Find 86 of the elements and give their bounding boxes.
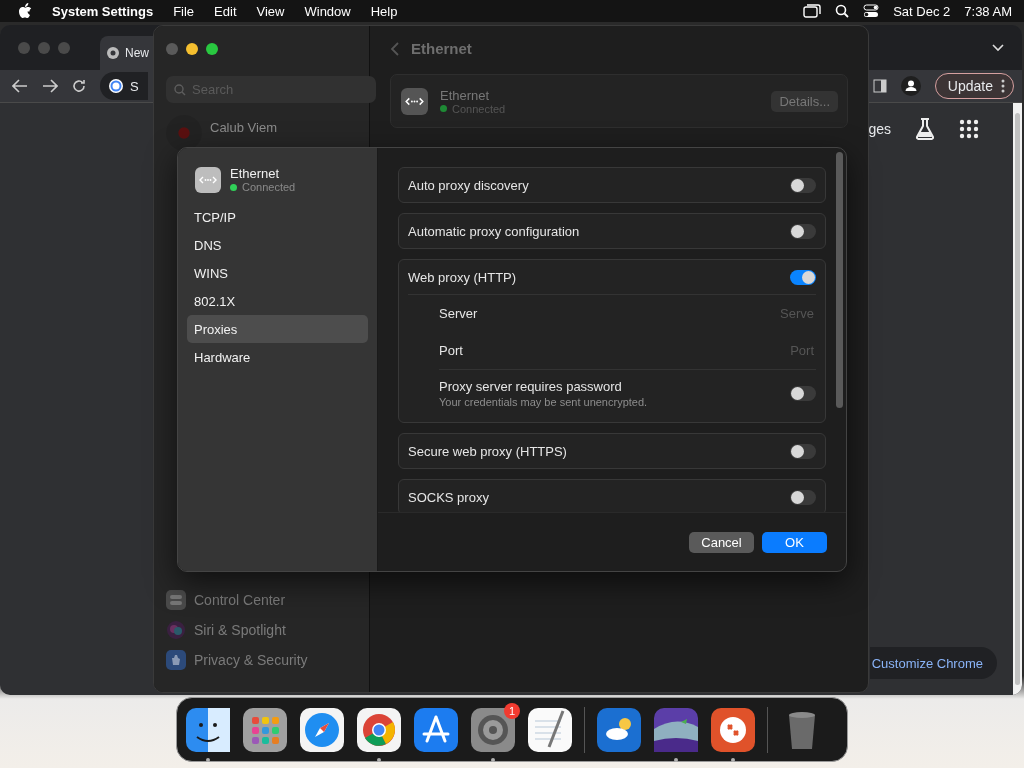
ethernet-icon [195,166,221,193]
flask-icon[interactable] [913,117,937,141]
option-label: SOCKS proxy [408,489,489,505]
settings-tab[interactable]: DNS [187,231,368,259]
toggle-switch[interactable] [790,489,816,505]
compass-icon [299,706,345,753]
toggle-switch[interactable] [790,443,816,459]
windows-icon[interactable] [803,4,822,18]
ethernet-icon [401,87,428,115]
toggle-switch[interactable] [790,269,816,285]
dock-app[interactable] [470,706,516,753]
toggle-switch[interactable] [790,223,816,239]
dock-app[interactable] [242,706,288,753]
toggle-switch[interactable] [790,177,816,193]
dock-app[interactable] [653,706,699,753]
notepad-pen-icon [527,706,573,753]
settings-tab[interactable]: WINS [187,259,368,287]
app-menu[interactable]: System Settings [52,3,154,19]
interface-name: Ethernet [440,87,491,103]
dock-app[interactable] [185,706,231,753]
scrollbar-thumb[interactable] [835,152,843,408]
chevron-down-icon[interactable] [992,43,1004,52]
option-label: Auto proxy discovery [408,177,529,193]
option-label: Secure web proxy (HTTPS) [408,443,567,459]
cancel-button[interactable]: Cancel [689,531,754,553]
dock-app[interactable] [413,706,459,753]
orb-icon [166,620,186,640]
connection-status: Connected [230,181,296,193]
g-logo-icon [108,78,124,94]
option-label: Web proxy (HTTP) [408,269,517,285]
menu-item[interactable]: File [173,3,195,19]
search-icon [174,84,186,96]
settings-tab[interactable]: Proxies [187,315,368,343]
sidebar-item[interactable]: Siri & Spotlight [166,620,359,640]
toggles-icon [166,590,186,610]
zoom-button[interactable] [206,43,218,55]
field-label: Server [439,306,478,321]
sidebar-icon[interactable] [872,79,887,93]
switches-icon[interactable] [863,4,880,18]
back-arrow-icon[interactable] [12,79,28,93]
person-icon[interactable] [900,76,921,96]
page-title: Ethernet [411,40,472,57]
smiling-face-icon [185,706,231,753]
ring-logo-icon [356,706,402,753]
menu-item[interactable]: Window [304,3,351,19]
menu-item[interactable]: View [256,3,285,19]
dock-app[interactable] [299,706,345,753]
settings-tab[interactable]: TCP/IP [187,203,368,231]
dock-app[interactable] [596,706,642,753]
images-link[interactable]: ges [868,121,891,137]
scrollbar-thumb[interactable] [1015,113,1020,685]
option-note: Your credentials may be sent unencrypted. [439,395,648,408]
customize-button[interactable]: Customize Chrome [869,647,997,679]
option-label: Proxy server requires password [439,378,623,394]
update-button[interactable]: Update [934,73,1014,99]
address-field[interactable]: S [100,72,148,100]
notification-badge: 1 [504,702,520,719]
ring-logo-icon [106,46,120,60]
apple-logo-icon[interactable] [18,3,32,19]
option-label: Automatic proxy configuration [408,223,580,239]
settings-tab[interactable]: Hardware [187,343,368,371]
gear-icon [470,706,516,753]
field-label: Port [439,343,463,358]
menu-item[interactable]: Help [370,3,398,19]
landscape-icon [653,706,699,753]
apps-grid-icon[interactable] [959,119,979,139]
search-icon[interactable] [835,4,850,18]
minimize-button[interactable] [186,43,198,55]
sidebar-item[interactable]: Privacy & Security [166,650,359,670]
interface-name: Ethernet [230,166,281,181]
dock-app[interactable] [356,706,402,753]
cloud-sun-icon [596,706,642,753]
browser-tab[interactable]: New [100,36,153,70]
menu-item[interactable]: Edit [214,3,237,19]
triangle-lines-icon [413,706,459,753]
menu-date[interactable]: Sat Dec 2 [893,3,951,19]
app-grid-icon [242,706,288,753]
reload-icon[interactable] [72,79,86,93]
account-name: Calub Viem [210,120,277,135]
more-icon [1001,79,1005,93]
ok-button[interactable]: OK [762,531,827,553]
forward-arrow-icon[interactable] [42,79,58,93]
settings-tab[interactable]: 802.1X [187,287,368,315]
toggle-switch[interactable] [790,385,816,401]
dock-app[interactable] [527,706,573,753]
menu-time[interactable]: 7:38 AM [964,3,1012,19]
